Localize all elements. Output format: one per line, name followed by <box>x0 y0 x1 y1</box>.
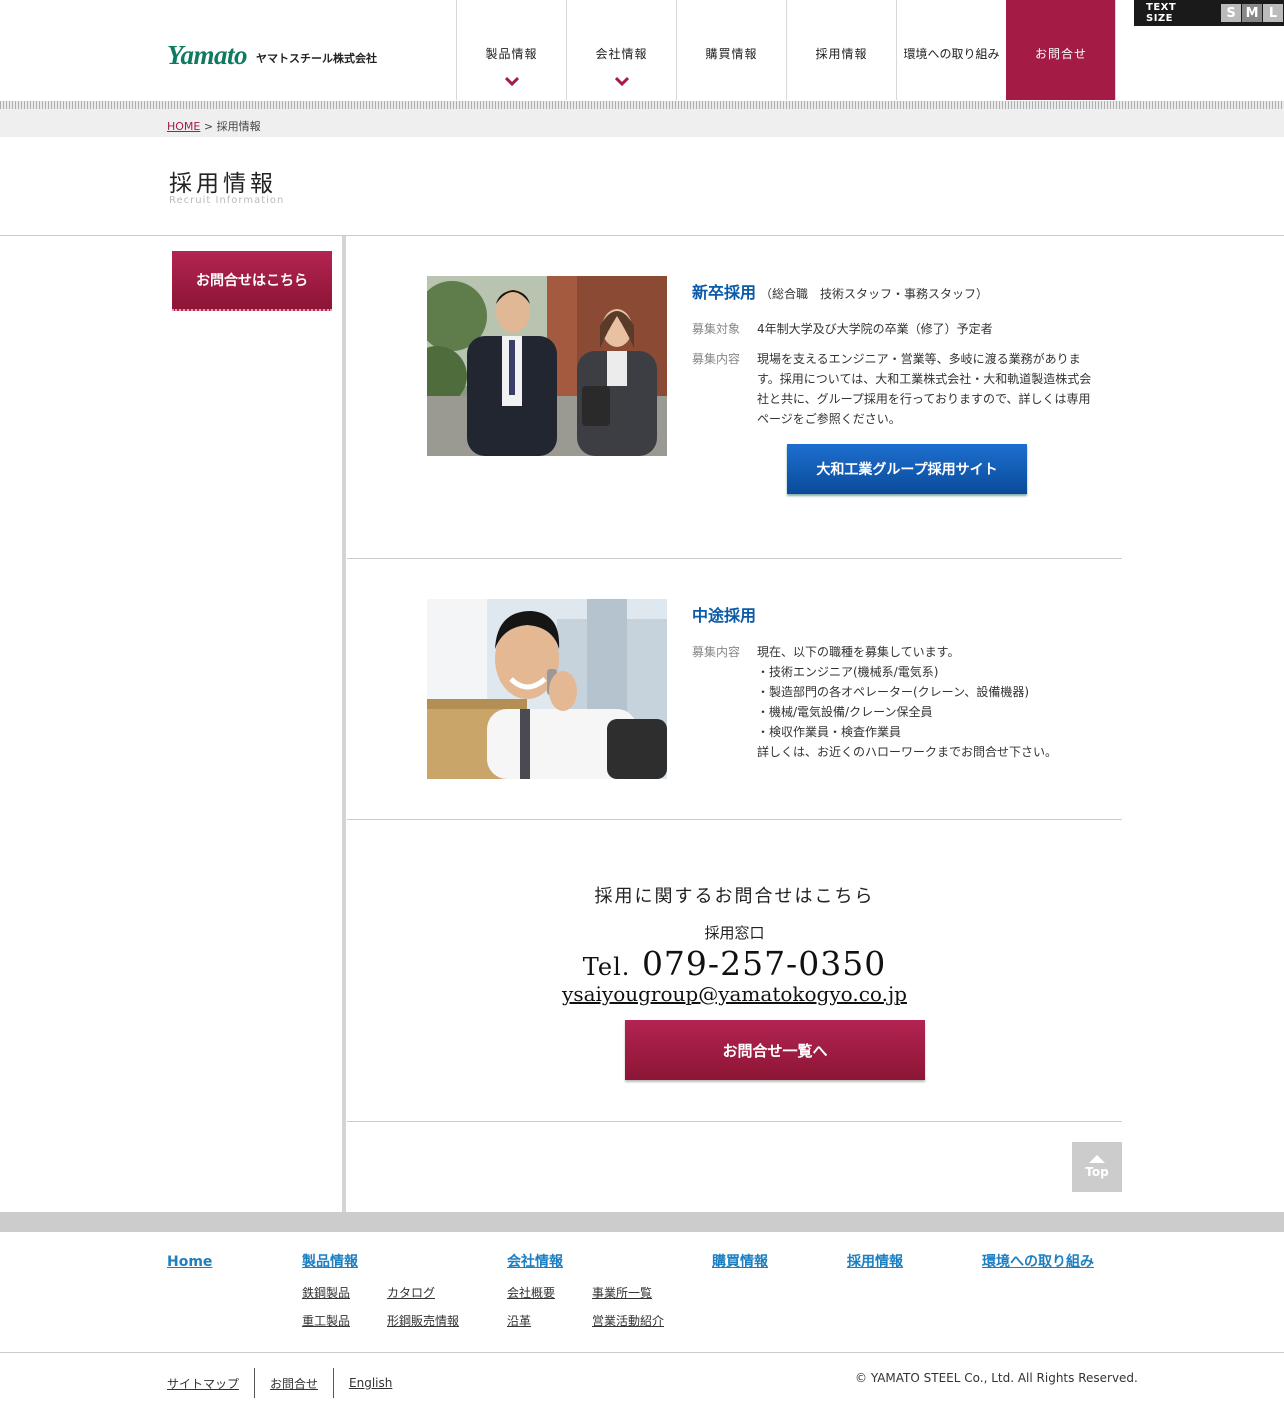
footer-purchasing-link[interactable]: 購買情報 <box>712 1254 768 1270</box>
row-line: ・機械/電気設備/クレーン保全員 <box>757 705 933 719</box>
footer-recruit-link[interactable]: 採用情報 <box>847 1254 903 1270</box>
footer-link-history[interactable]: 沿革 <box>507 1312 531 1329</box>
top-label: Top <box>1085 1165 1109 1179</box>
contact-email: ysaiyougroup@yamatokogyo.co.jp <box>347 982 1122 1006</box>
footer-sitemap-link[interactable]: サイトマップ <box>167 1368 254 1398</box>
footer-link-section-steel[interactable]: 形鋼販売情報 <box>387 1312 459 1329</box>
row-key: 募集内容 <box>692 645 741 659</box>
breadcrumb-bar: HOME > 採用情報 <box>0 109 1284 137</box>
footer-bar <box>0 1212 1284 1232</box>
company-name: ヤマトスチール株式会社 <box>256 52 378 65</box>
page-subtitle: Recruit Information <box>169 195 285 206</box>
row-line: ・製造部門の各オペレーター(クレーン、設備機器) <box>757 685 1030 699</box>
mid-career-content-row: 募集内容 現在、以下の職種を募集しています。 ・技術エンジニア(機械系/電気系)… <box>692 642 1107 762</box>
mid-career-photo <box>427 599 667 779</box>
footer-divider <box>0 1352 1284 1353</box>
nav-label: お問合せ <box>1034 47 1087 61</box>
new-graduate-target-row: 募集対象 4年制大学及び大学院の卒業（修了）予定者 <box>692 319 1095 339</box>
footer-link-steel[interactable]: 鉄鋼製品 <box>302 1284 350 1301</box>
nav-environment[interactable]: 環境への取り組み <box>896 0 1006 100</box>
text-size-label: TEXT SIZE <box>1146 2 1177 24</box>
footer-home-link[interactable]: Home <box>167 1254 212 1270</box>
new-graduate-photo <box>427 276 667 456</box>
section-title-text: 中途採用 <box>692 606 757 625</box>
breadcrumb: HOME > 採用情報 <box>167 118 261 134</box>
text-size-medium[interactable]: M <box>1242 4 1263 22</box>
footer-link-offices[interactable]: 事業所一覧 <box>592 1284 652 1301</box>
footer-bottom-links: サイトマップ お問合せ English <box>167 1368 407 1398</box>
footer-col-recruit: 採用情報 <box>847 1251 903 1271</box>
footer-link-overview[interactable]: 会社概要 <box>507 1284 555 1301</box>
footer-products-link[interactable]: 製品情報 <box>302 1254 358 1270</box>
row-key: 募集対象 <box>692 322 741 336</box>
footer-link-heavy[interactable]: 重工製品 <box>302 1312 350 1329</box>
logo-mark: Yamato <box>167 40 248 70</box>
arrow-up-icon <box>1089 1155 1105 1163</box>
footer-english-link[interactable]: English <box>333 1368 407 1398</box>
header-stripe <box>0 101 1284 109</box>
tel-prefix: Tel. <box>582 953 631 981</box>
section-title-note: （総合職 技術スタッフ・事務スタッフ） <box>760 287 989 301</box>
row-value: 現場を支えるエンジニア・営業等、多岐に渡る業務があります。採用については、大和工… <box>757 352 1092 426</box>
chevron-down-icon <box>614 76 629 87</box>
nav-label: 会社情報 <box>595 47 648 61</box>
row-key: 募集内容 <box>692 352 741 366</box>
footer-col-home: Home <box>167 1251 212 1270</box>
contact-desk: 採用窓口 <box>704 924 765 942</box>
row-line: 詳しくは、お近くのハローワークまでお問合せ下さい。 <box>757 745 1058 759</box>
group-recruit-site-button[interactable]: 大和工業グループ採用サイト <box>787 444 1027 494</box>
tel-number: 079-257-0350 <box>641 944 887 983</box>
contact-heading: 採用に関するお問合せはこちら <box>594 886 875 907</box>
row-line: ・検収作業員・検査作業員 <box>757 725 902 739</box>
nav-label: 製品情報 <box>485 47 538 61</box>
footer-link-sales[interactable]: 営業活動紹介 <box>592 1312 664 1329</box>
mid-career-section: 中途採用 募集内容 現在、以下の職種を募集しています。 ・技術エンジニア(機械系… <box>347 559 1122 820</box>
footer-col-purchasing: 購買情報 <box>712 1251 768 1271</box>
sidebar-contact-button[interactable]: お問合せはこちら <box>172 251 332 311</box>
new-graduate-section: 新卒採用 （総合職 技術スタッフ・事務スタッフ） 募集対象 4年制大学及び大学院の… <box>347 236 1122 559</box>
breadcrumb-home-link[interactable]: HOME <box>167 120 200 133</box>
row-line: 現在、以下の職種を募集しています。 <box>757 645 960 659</box>
nav-products[interactable]: 製品情報 <box>456 0 566 100</box>
nav-purchasing[interactable]: 購買情報 <box>676 0 786 100</box>
site-logo[interactable]: Yamato ヤマトスチール株式会社 <box>167 40 378 70</box>
footer-col-environment: 環境への取り組み <box>982 1251 1094 1271</box>
page-title: 採用情報 <box>169 171 277 197</box>
breadcrumb-separator: > <box>200 120 217 133</box>
section-title-text: 新卒採用 <box>692 283 757 302</box>
global-nav: 製品情報 会社情報 購買情報 採用情報 環境への取り組み お問合せ <box>456 0 1116 100</box>
footer-col-products: 製品情報 鉄鋼製品 カタログ 重工製品 形鋼販売情報 <box>302 1251 459 1328</box>
footer-contact-link[interactable]: お問合せ <box>254 1368 333 1398</box>
footer-environment-link[interactable]: 環境への取り組み <box>982 1254 1094 1270</box>
recruit-contact-section: 採用に関するお問合せはこちら 採用窓口 Tel. 079-257-0350 ys… <box>347 820 1122 1122</box>
chevron-down-icon <box>504 76 519 87</box>
text-size-large[interactable]: L <box>1263 4 1283 22</box>
footer-company-link[interactable]: 会社情報 <box>507 1254 563 1270</box>
nav-label: 採用情報 <box>815 47 868 61</box>
page-title-area: 採用情報 Recruit Information <box>0 137 1284 236</box>
row-value: 現在、以下の職種を募集しています。 ・技術エンジニア(機械系/電気系) ・製造部… <box>757 642 1107 762</box>
site-header: Yamato ヤマトスチール株式会社 製品情報 会社情報 購買情報 採用情報 環… <box>0 0 1284 101</box>
copyright: © YAMATO STEEL Co., Ltd. All Rights Rese… <box>855 1371 1138 1385</box>
nav-recruit[interactable]: 採用情報 <box>786 0 896 100</box>
text-size-switcher: TEXT SIZE S M L <box>1134 0 1284 26</box>
breadcrumb-current: 採用情報 <box>216 120 261 133</box>
footer-link-catalog[interactable]: カタログ <box>387 1284 435 1301</box>
mid-career-title: 中途採用 <box>692 602 756 626</box>
back-to-top-button[interactable]: Top <box>1072 1142 1122 1192</box>
new-graduate-title: 新卒採用 （総合職 技術スタッフ・事務スタッフ） <box>692 279 988 303</box>
new-graduate-content-row: 募集内容 現場を支えるエンジニア・営業等、多岐に渡る業務があります。採用について… <box>692 349 1095 429</box>
sidebar-divider <box>342 236 346 1212</box>
row-value: 4年制大学及び大学院の卒業（修了）予定者 <box>757 322 993 336</box>
nav-label: 環境への取り組み <box>903 47 1000 61</box>
nav-contact[interactable]: お問合せ <box>1006 0 1116 100</box>
text-size-small[interactable]: S <box>1221 4 1242 22</box>
row-line: ・技術エンジニア(機械系/電気系) <box>757 665 939 679</box>
email-link[interactable]: ysaiyougroup@yamatokogyo.co.jp <box>562 982 907 1006</box>
contact-list-button[interactable]: お問合せ一覧へ <box>625 1020 925 1080</box>
nav-label: 購買情報 <box>705 47 758 61</box>
contact-tel: Tel. 079-257-0350 <box>347 944 1122 983</box>
nav-company[interactable]: 会社情報 <box>566 0 676 100</box>
footer-col-company: 会社情報 会社概要 事業所一覧 沿革 営業活動紹介 <box>507 1251 664 1328</box>
